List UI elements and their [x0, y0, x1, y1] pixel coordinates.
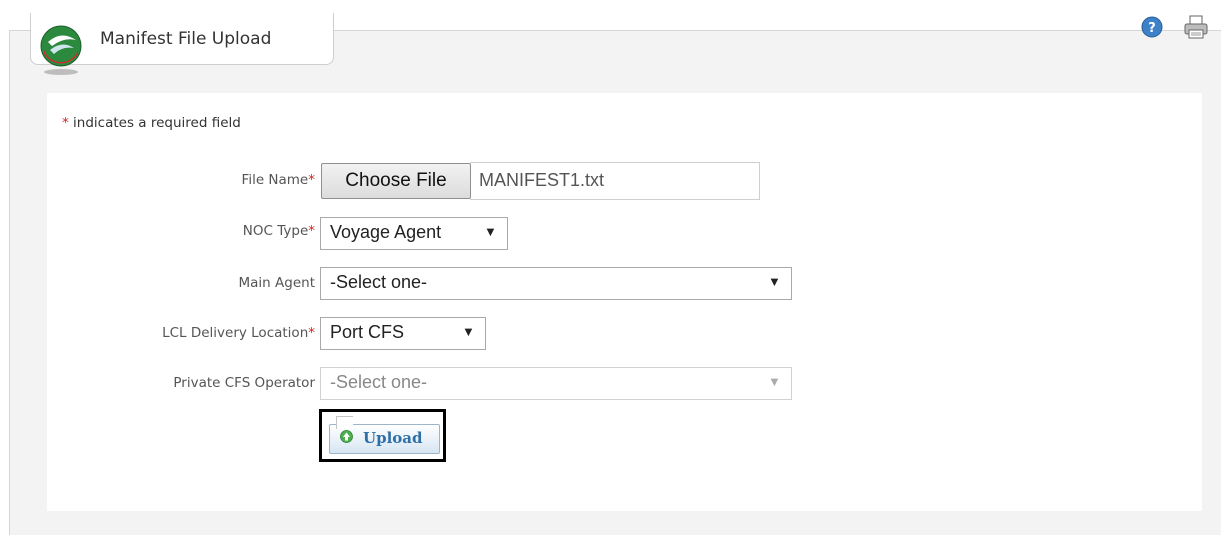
printer-icon[interactable] [1183, 14, 1209, 40]
form-panel [47, 93, 1202, 511]
lcl-delivery-location-label: LCL Delivery Location* [162, 325, 315, 341]
file-name-label-text: File Name [241, 172, 309, 188]
main-agent-value: -Select one- [330, 272, 428, 292]
app-logo-icon [40, 25, 82, 75]
svg-text:?: ? [1148, 21, 1156, 36]
private-cfs-operator-value: -Select one- [330, 372, 428, 392]
main-agent-label: Main Agent [239, 275, 315, 291]
required-star: * [62, 115, 69, 131]
main-agent-select[interactable]: -Select one- ▼ [320, 267, 792, 300]
selected-file-name: MANIFEST1.txt [479, 170, 605, 190]
private-cfs-operator-label: Private CFS Operator [173, 375, 315, 391]
help-icon[interactable]: ? [1139, 14, 1165, 40]
lcl-delivery-location-value: Port CFS [330, 322, 405, 342]
lcl-delivery-location-select[interactable]: Port CFS ▼ [320, 317, 486, 350]
noc-type-value: Voyage Agent [330, 222, 442, 242]
required-field-note: * indicates a required field [62, 115, 241, 131]
private-cfs-operator-label-text: Private CFS Operator [173, 375, 315, 391]
required-star: * [308, 172, 315, 188]
dropdown-arrow-icon: ▼ [484, 224, 497, 239]
lcl-delivery-location-label-text: LCL Delivery Location [162, 325, 309, 341]
main-agent-label-text: Main Agent [238, 275, 315, 291]
required-star: * [308, 325, 315, 341]
dropdown-arrow-icon: ▼ [462, 324, 475, 339]
file-name-label: File Name* [242, 172, 315, 188]
upload-button-fold [336, 416, 353, 429]
dropdown-arrow-icon: ▼ [768, 274, 781, 289]
private-cfs-operator-select[interactable]: -Select one- ▼ [320, 367, 792, 400]
upload-arrow-icon [340, 430, 353, 443]
page-title: Manifest File Upload [100, 29, 272, 49]
choose-file-button[interactable]: Choose File [321, 163, 471, 199]
required-star: * [308, 223, 315, 239]
dropdown-arrow-icon: ▼ [768, 374, 781, 389]
required-note-text: indicates a required field [68, 115, 241, 131]
noc-type-select[interactable]: Voyage Agent ▼ [320, 217, 508, 250]
upload-button-label[interactable]: Upload [363, 429, 422, 447]
noc-type-label: NOC Type* [243, 223, 315, 239]
noc-type-label-text: NOC Type [242, 223, 309, 239]
